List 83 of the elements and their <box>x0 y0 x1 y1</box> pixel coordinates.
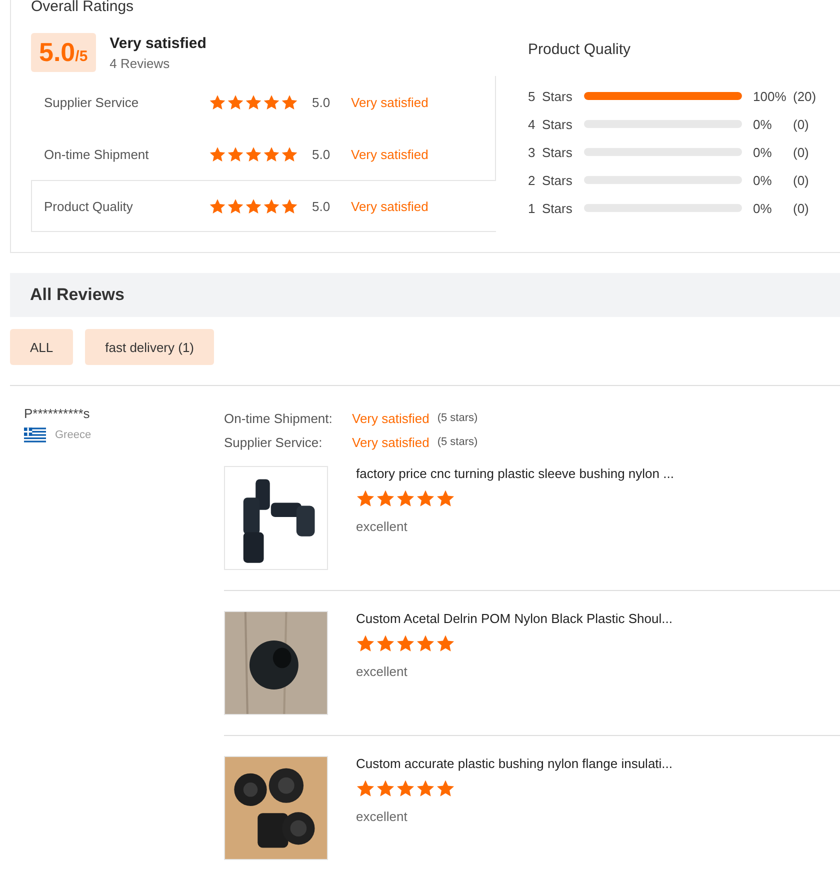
rating-label: Supplier Service <box>44 94 140 110</box>
star-icon <box>227 94 244 110</box>
star-icon <box>209 94 226 110</box>
rating-verdict: Very satisfied <box>351 198 428 214</box>
rating-value: 5.0 <box>312 94 332 110</box>
country-name: Greece <box>55 429 92 441</box>
star-icon <box>281 94 298 110</box>
rating-verdict: Very satisfied <box>351 94 428 110</box>
breakdown-title: Product Quality <box>528 41 632 58</box>
count-text: (0) <box>793 200 809 216</box>
star-icon <box>416 634 435 653</box>
star-level-unit: Stars <box>542 144 574 160</box>
star-icon <box>263 94 280 110</box>
product-title[interactable]: Custom accurate plastic bushing nylon flange insulati... <box>356 756 673 771</box>
rating-verdict: Very satisfied <box>351 146 428 162</box>
section-header: All Reviews <box>10 273 840 317</box>
count-text: (0) <box>793 172 809 188</box>
review-comment: excellent <box>356 519 408 534</box>
filter-chip[interactable]: fast delivery (1) <box>85 329 214 365</box>
rating-verdict: Very satisfied <box>352 434 430 450</box>
count-text: (0) <box>793 144 809 160</box>
star-icon <box>376 779 395 798</box>
star-level: 5 <box>528 88 536 104</box>
star-icon <box>245 94 262 110</box>
star-icon <box>396 634 415 653</box>
rating-label: On-time Shipment: <box>224 410 334 426</box>
percent-text: 0% <box>753 200 773 216</box>
star-icon <box>416 779 435 798</box>
filter-chip[interactable]: ALL <box>10 329 74 365</box>
star-icon <box>227 198 244 214</box>
star-icon <box>245 198 262 214</box>
rating-label: Product Quality <box>44 198 134 214</box>
overall-score: 5.0/5 <box>31 33 96 72</box>
star-icon <box>281 146 298 162</box>
percent-text: 0% <box>753 172 773 188</box>
flag-icon <box>24 427 46 443</box>
star-level: 4 <box>528 116 536 132</box>
star-icon <box>436 779 455 798</box>
percent-text: 0% <box>753 144 773 160</box>
star-level-unit: Stars <box>542 172 574 188</box>
star-count: (5 stars) <box>437 436 478 448</box>
star-icon <box>396 779 415 798</box>
product-title[interactable]: factory price cnc turning plastic sleeve bushing nylon ... <box>356 466 674 481</box>
product-title[interactable]: Custom Acetal Delrin POM Nylon Black Plastic Shoul... <box>356 611 672 626</box>
review-count: 4 Reviews <box>110 56 171 70</box>
star-level: 3 <box>528 144 536 160</box>
star-level: 2 <box>528 172 536 188</box>
star-icon <box>436 489 455 508</box>
star-icon <box>376 634 395 653</box>
star-icon <box>245 146 262 162</box>
star-icon <box>376 489 395 508</box>
star-icon <box>416 489 435 508</box>
percent-text: 0% <box>753 116 773 132</box>
count-text: (0) <box>793 116 809 132</box>
star-icon <box>209 198 226 214</box>
star-level-unit: Stars <box>542 116 574 132</box>
star-icon <box>356 634 375 653</box>
review-comment: excellent <box>356 809 408 824</box>
rating-label: On-time Shipment <box>44 146 150 162</box>
rating-row[interactable]: Product Quality 5.0 Very satisfied <box>31 180 496 232</box>
reviewer-name: P**********s <box>24 406 91 421</box>
star-level-unit: Stars <box>542 88 574 104</box>
percent-text: 100% <box>753 88 788 104</box>
star-icon <box>281 198 298 214</box>
rating-value: 5.0 <box>312 198 332 214</box>
star-level: 1 <box>528 200 536 216</box>
overall-verdict: Very satisfied <box>110 34 206 52</box>
rating-label: Supplier Service: <box>224 434 324 450</box>
count-text: (20) <box>793 88 816 104</box>
review-comment: excellent <box>356 664 408 679</box>
section-title: Overall Ratings <box>31 0 135 17</box>
star-count: (5 stars) <box>437 412 478 424</box>
star-icon <box>356 489 375 508</box>
star-icon <box>263 198 280 214</box>
star-icon <box>356 779 375 798</box>
rating-value: 5.0 <box>312 146 332 162</box>
star-icon <box>263 146 280 162</box>
star-icon <box>227 146 244 162</box>
rating-verdict: Very satisfied <box>352 410 430 426</box>
star-icon <box>396 489 415 508</box>
star-level-unit: Stars <box>542 200 574 216</box>
star-icon <box>209 146 226 162</box>
star-icon <box>436 634 455 653</box>
